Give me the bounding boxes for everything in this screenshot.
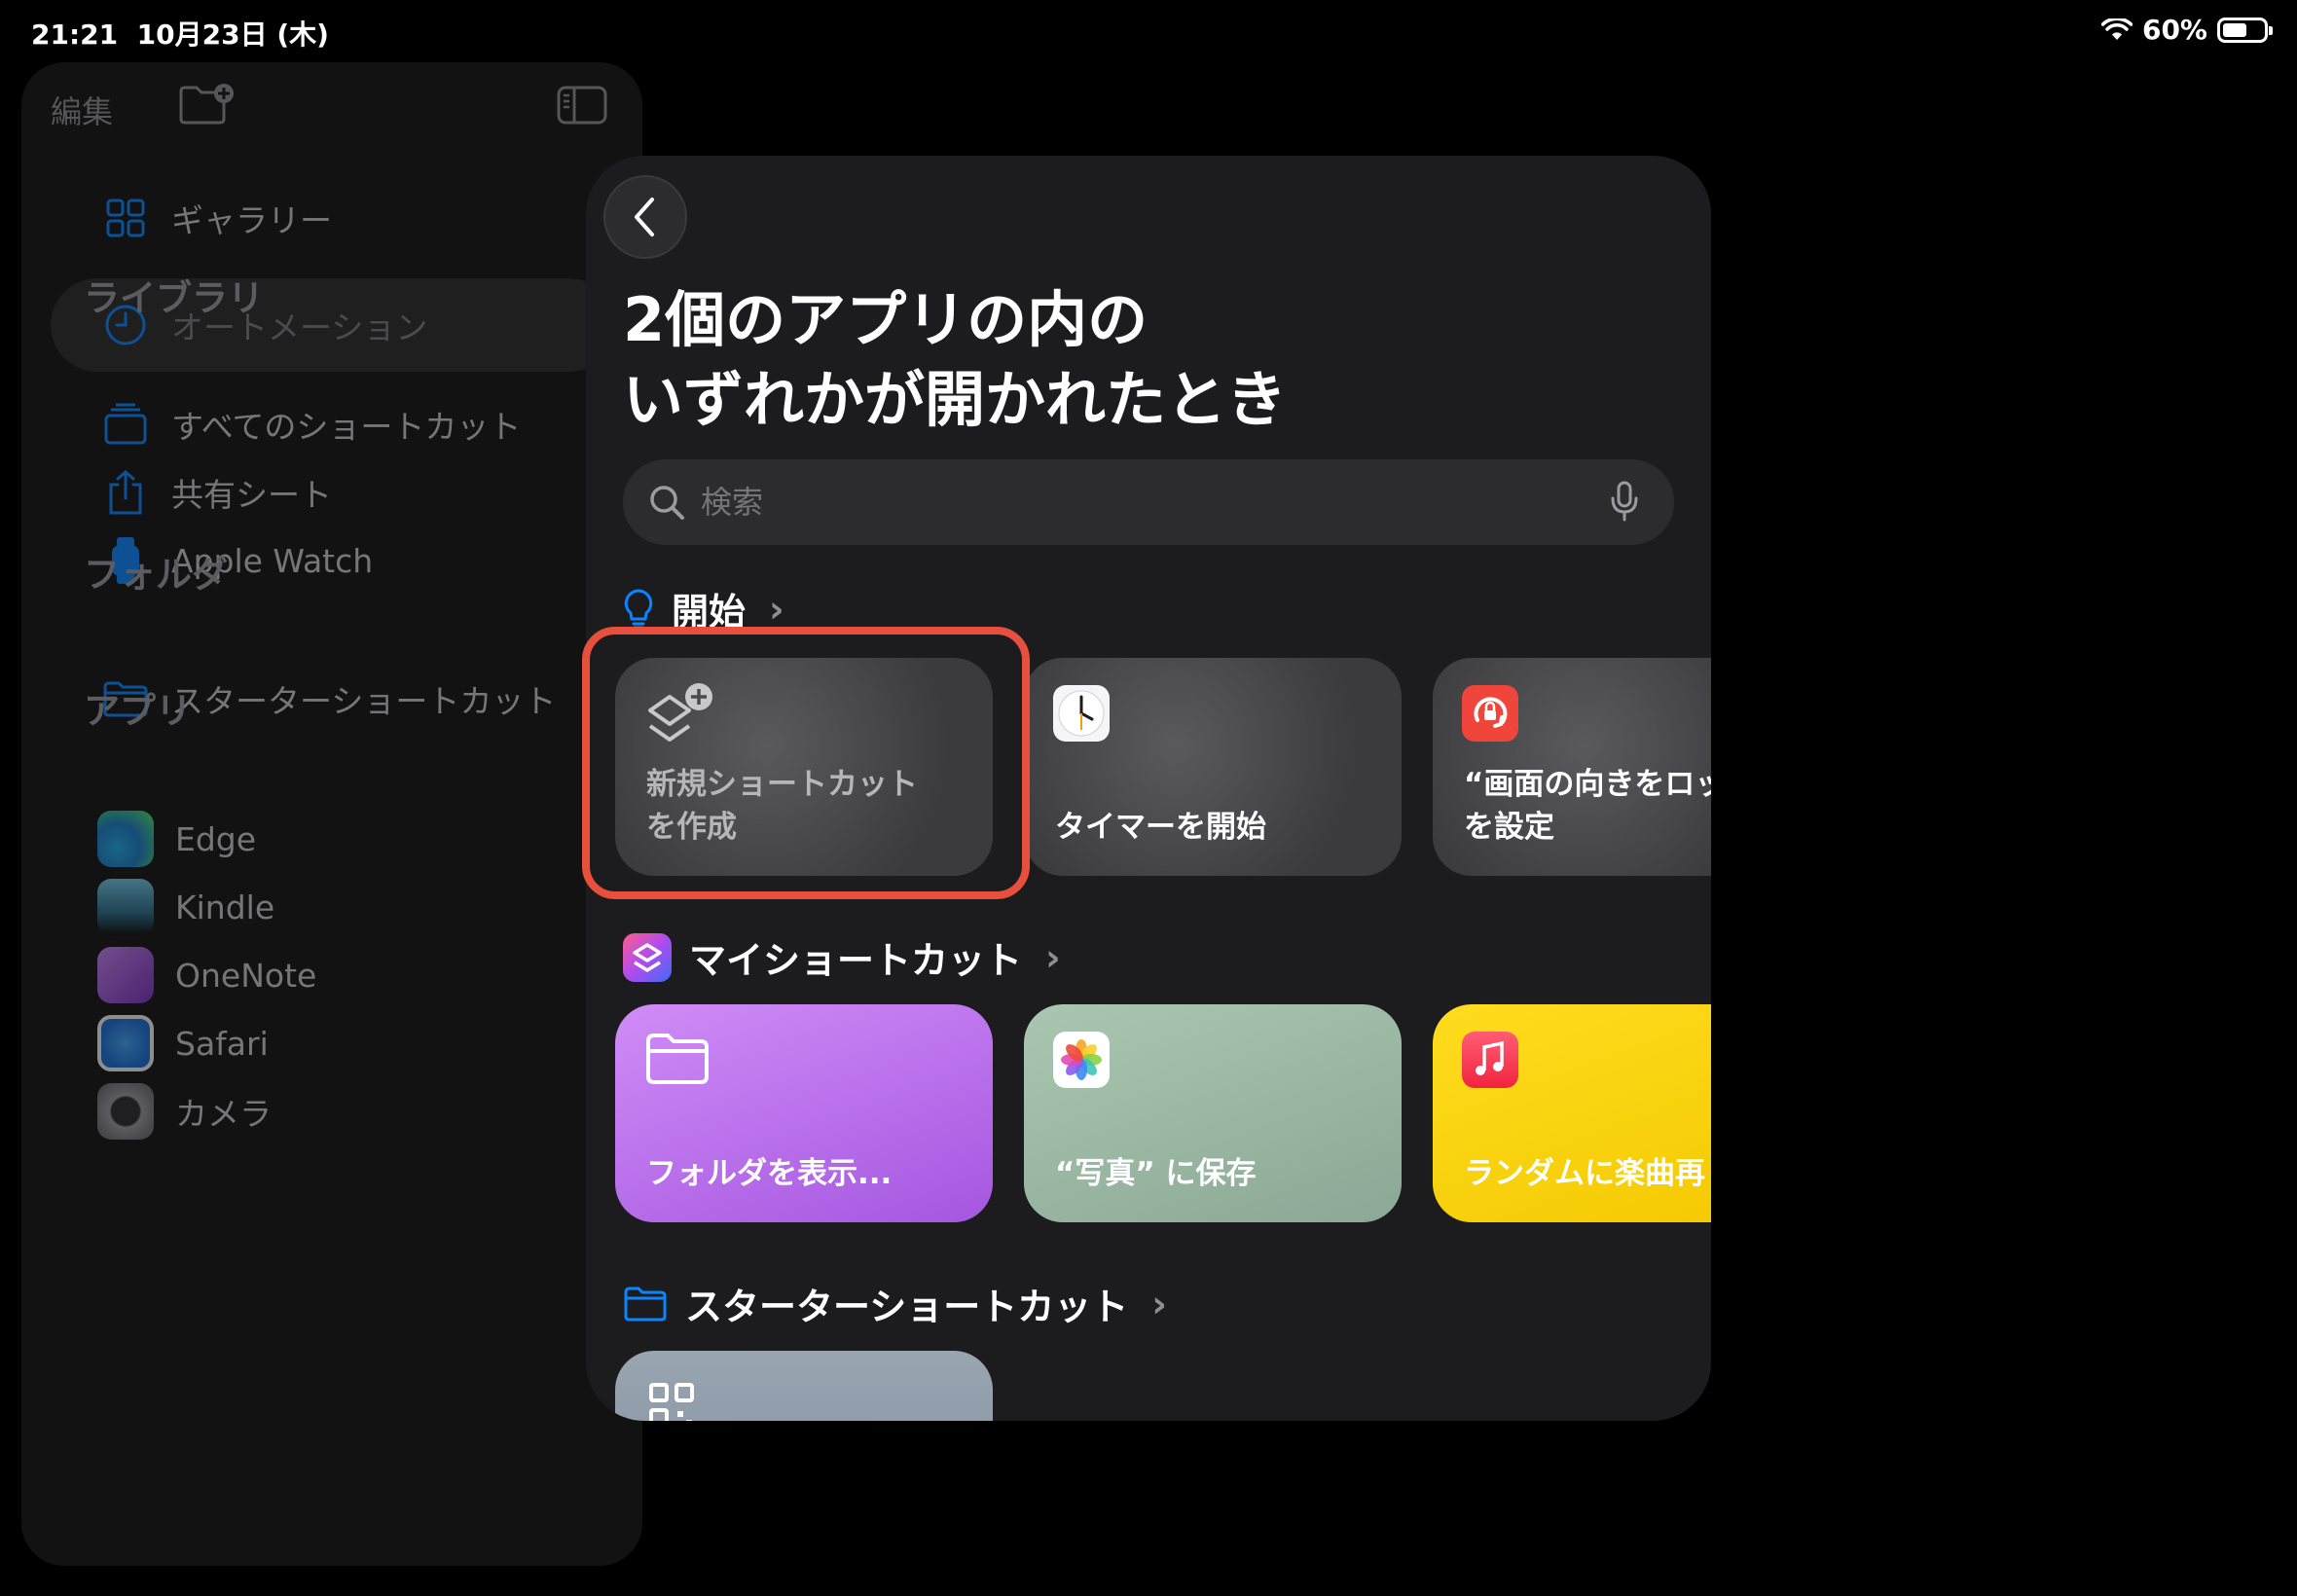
wifi-icon xyxy=(2100,18,2133,40)
edge-app-icon xyxy=(97,811,154,867)
sidebar-item-label: スターターショートカット xyxy=(171,682,557,720)
shortcuts-app-icon xyxy=(623,932,672,982)
highlight-box xyxy=(582,627,1030,899)
camera-app-icon xyxy=(97,1083,154,1140)
battery-fill xyxy=(2223,22,2246,37)
share-icon xyxy=(101,468,150,517)
sidebar-item-label: OneNote xyxy=(175,956,317,995)
sidebar-toolbar: 編集 xyxy=(21,62,642,150)
chevron-right-icon: › xyxy=(1151,1282,1167,1325)
apps-header: アプリ xyxy=(84,690,192,732)
section-starter-shortcuts[interactable]: スターターショートカット › xyxy=(623,1277,1167,1330)
card-label: フォルダを表示... xyxy=(646,1156,893,1191)
status-bar: 21:21 10月23日 (木) 60% xyxy=(0,0,2297,62)
start-timer-card[interactable]: タイマーを開始 xyxy=(1024,658,1402,876)
section-title: スターターショートカット xyxy=(685,1286,1129,1328)
search-input[interactable] xyxy=(701,484,1557,521)
chevron-right-icon: › xyxy=(1045,935,1061,979)
sidebar-item-label: Safari xyxy=(175,1024,269,1063)
qr-code-icon xyxy=(649,1383,694,1421)
card-label: “写真” に保存 xyxy=(1055,1156,1257,1191)
search-icon xyxy=(650,486,684,520)
safari-app-icon xyxy=(97,1015,154,1071)
section-title: マイショートカット xyxy=(689,939,1023,982)
card-label: “画面の向きをロッ を設定 xyxy=(1464,767,1711,845)
section-my-shortcuts[interactable]: マイショートカット › xyxy=(623,930,1061,984)
battery-percent: 60% xyxy=(2141,14,2207,46)
battery-icon xyxy=(2217,17,2273,43)
orientation-lock-card[interactable]: “画面の向きをロッ を設定 xyxy=(1433,658,1711,876)
sidebar: 編集 ギャラリー オートメーション ライブラリ すべてのショートカット 共有シー… xyxy=(21,62,642,1566)
onenote-app-icon xyxy=(97,947,154,1003)
edit-button[interactable]: 編集 xyxy=(51,88,113,132)
new-folder-icon[interactable] xyxy=(177,82,236,130)
sidebar-item-label: ギャラリー xyxy=(171,201,332,239)
library-header: ライブラリ xyxy=(84,277,264,319)
microphone-icon[interactable] xyxy=(1610,481,1639,522)
sidebar-item-camera[interactable]: カメラ 6 xyxy=(51,1065,631,1158)
kindle-app-icon xyxy=(97,879,154,935)
orientation-lock-icon xyxy=(1462,685,1518,742)
show-folder-card[interactable]: フォルダを表示... xyxy=(615,1004,993,1222)
sidebar-item-gallery[interactable]: ギャラリー xyxy=(51,171,615,265)
save-to-photos-card[interactable]: “写真” に保存 xyxy=(1024,1004,1402,1222)
status-time: 21:21 10月23日 (木) xyxy=(31,18,329,51)
starter-shortcut-card[interactable] xyxy=(615,1351,993,1421)
sidebar-toggle-icon[interactable] xyxy=(557,86,607,128)
sidebar-item-label: すべてのショートカット xyxy=(171,408,522,446)
folders-header: フォルダ xyxy=(84,554,228,596)
sidebar-item-label: Kindle xyxy=(175,888,275,926)
search-field[interactable] xyxy=(623,459,1674,545)
music-icon xyxy=(1462,1032,1518,1088)
shuffle-music-card[interactable]: ランダムに楽曲再 xyxy=(1433,1004,1711,1222)
sidebar-item-label: 共有シート xyxy=(171,476,332,514)
chevron-right-icon: › xyxy=(769,587,784,631)
card-label: ランダムに楽曲再 xyxy=(1464,1156,1705,1191)
gallery-icon xyxy=(101,194,150,242)
card-label: タイマーを開始 xyxy=(1055,810,1266,845)
chevron-left-icon xyxy=(635,198,654,236)
stack-icon xyxy=(101,400,150,449)
folder-icon xyxy=(624,1287,667,1321)
photos-icon xyxy=(1053,1032,1110,1088)
status-date: 10月23日 (木) xyxy=(136,18,329,51)
lightbulb-icon xyxy=(624,588,653,629)
clock-icon xyxy=(1053,685,1110,742)
sidebar-item-label: Edge xyxy=(175,819,257,858)
sidebar-item-label: カメラ xyxy=(175,1095,272,1133)
folder-icon xyxy=(646,1034,709,1084)
back-button[interactable] xyxy=(603,175,687,259)
page-title: 2個のアプリの内の いずれかが開かれたとき xyxy=(623,284,1288,435)
